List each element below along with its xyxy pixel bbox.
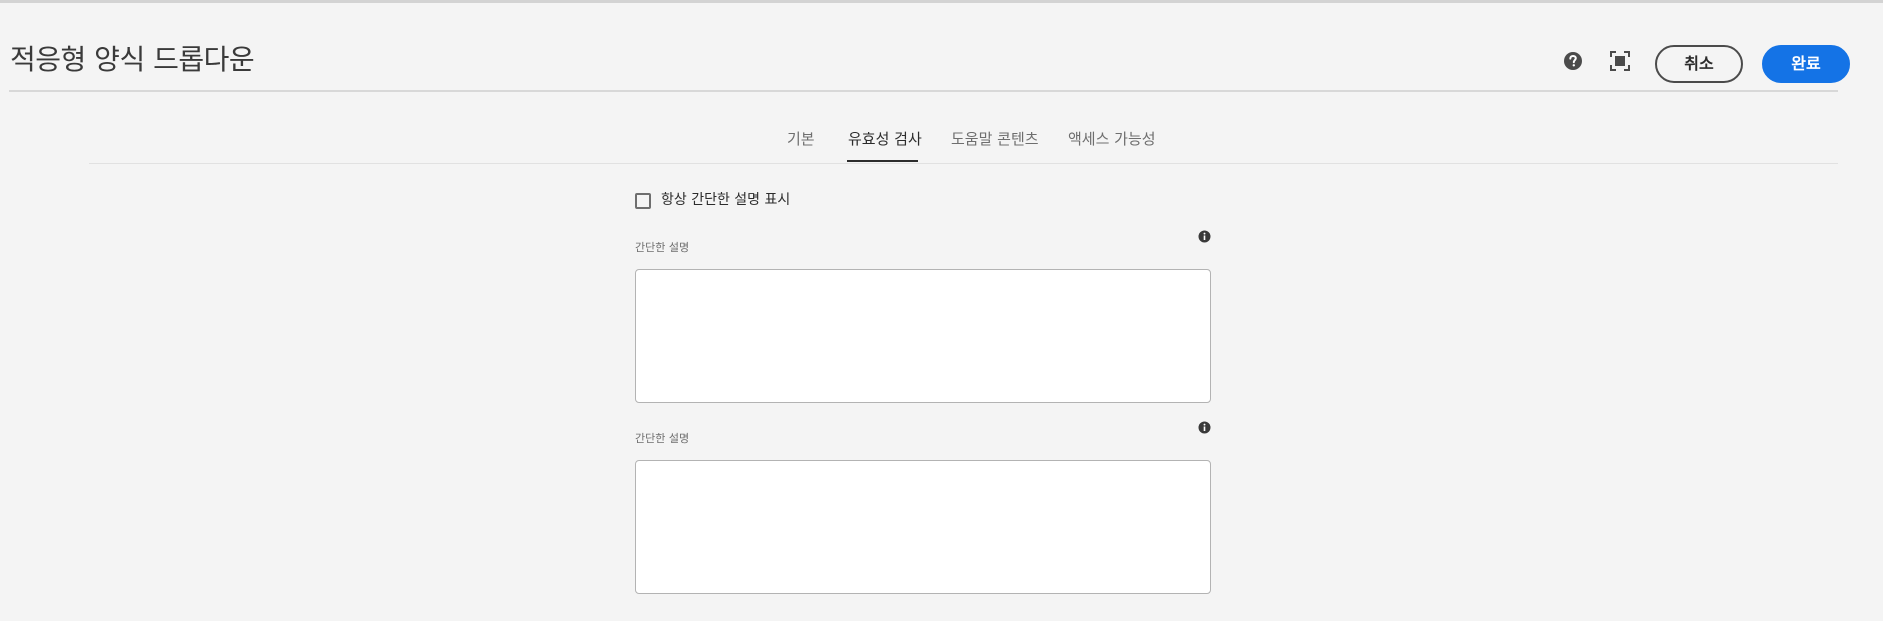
tabs-divider [89, 163, 1838, 164]
dialog-header: 적응형 양식 드롭다운 취소 완료 [0, 3, 1883, 92]
active-tab-indicator [847, 160, 918, 162]
tab-bar: 기본 유효성 검사 도움말 콘텐츠 액세스 가능성 [0, 120, 1883, 165]
always-show-short-description-checkbox[interactable] [635, 193, 651, 209]
tab-accessibility[interactable]: 액세스 가능성 [1068, 128, 1156, 150]
dialog-title: 적응형 양식 드롭다운 [10, 43, 255, 76]
tab-basic[interactable]: 기본 [787, 128, 815, 150]
info-icon[interactable] [1198, 228, 1211, 243]
short-description-textarea[interactable] [635, 269, 1211, 403]
cancel-button[interactable]: 취소 [1655, 45, 1743, 83]
info-icon[interactable] [1198, 419, 1211, 434]
tab-help-content[interactable]: 도움말 콘텐츠 [951, 128, 1039, 150]
fullscreen-icon[interactable] [1609, 50, 1631, 72]
tab-validation[interactable]: 유효성 검사 [848, 128, 922, 150]
header-divider [9, 90, 1838, 92]
short-description-label: 간단한 설명 [635, 432, 690, 445]
help-icon[interactable] [1562, 50, 1584, 72]
short-description-textarea[interactable] [635, 460, 1211, 594]
always-show-short-description-label: 항상 간단한 설명 표시 [661, 192, 791, 208]
done-button[interactable]: 완료 [1762, 45, 1850, 83]
short-description-label: 간단한 설명 [635, 241, 690, 254]
